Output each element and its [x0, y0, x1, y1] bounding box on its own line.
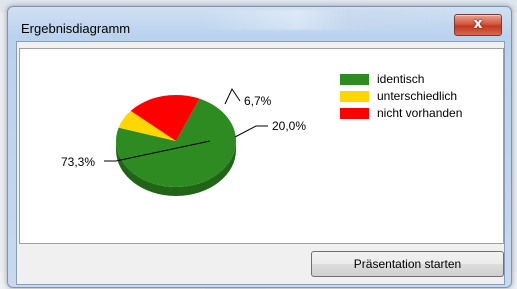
data-label-1: 73,3%	[61, 155, 95, 169]
data-label-2: 6,7%	[244, 94, 272, 108]
dialog-client-area: 73,3% 6,7% 20,0% identisch unterschiedlich n…	[16, 41, 505, 285]
pie-chart: 73,3% 6,7%20,0%	[61, 87, 306, 196]
legend-swatch	[340, 91, 369, 102]
legend-label: identisch	[377, 72, 425, 86]
close-icon: x	[473, 16, 483, 32]
title-bar-glare	[198, 10, 448, 30]
legend-swatch	[340, 74, 369, 85]
window-title: Ergebnisdiagramm	[21, 21, 131, 36]
close-button[interactable]: x	[454, 14, 502, 36]
legend-label: unterschiedlich	[377, 89, 458, 103]
legend-label: nicht vorhanden	[377, 106, 463, 120]
data-label-3: 20,0%	[272, 119, 306, 133]
chart-panel: 73,3% 6,7% 20,0% identisch unterschiedlich n…	[19, 48, 504, 244]
start-presentation-button[interactable]: Präsentation starten	[311, 251, 504, 277]
legend-swatch	[340, 108, 369, 119]
result-chart-dialog: Ergebnisdiagramm x 73,3% 6,7% 20,0% identi…	[7, 6, 512, 288]
leader-line-2	[224, 87, 241, 105]
leader-line-3	[234, 125, 268, 138]
